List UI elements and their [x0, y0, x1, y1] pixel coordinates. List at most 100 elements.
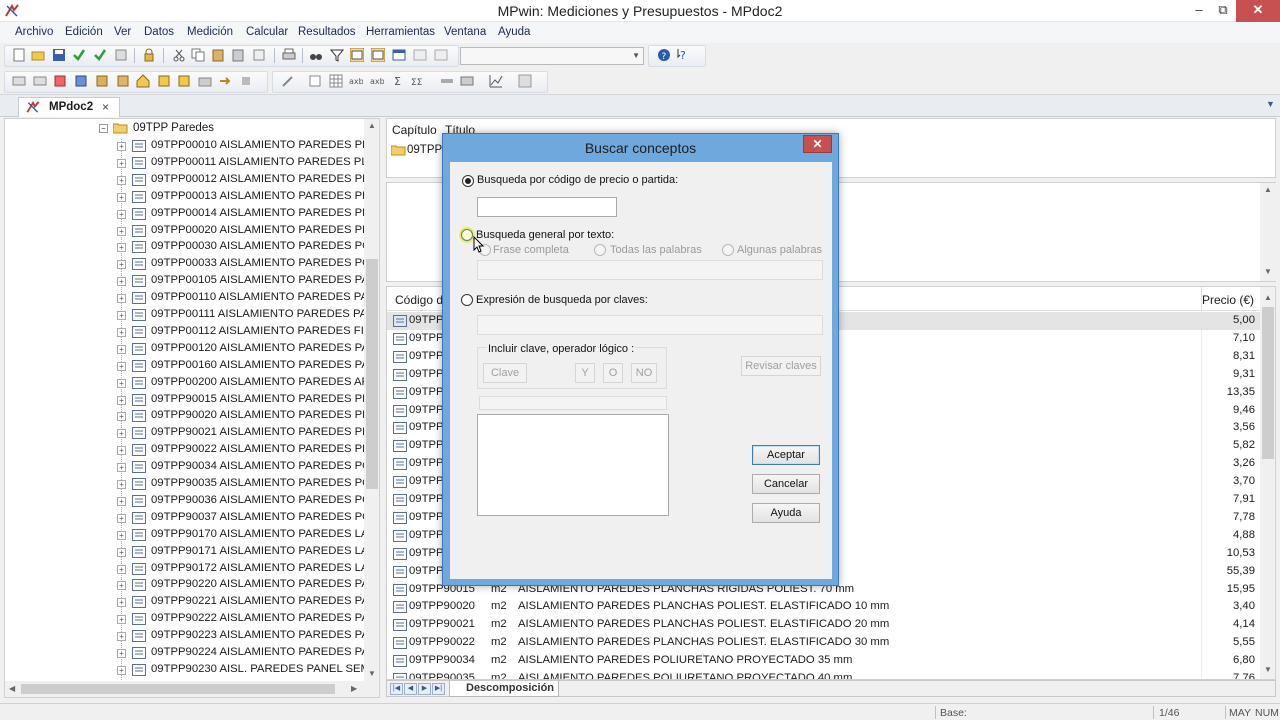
operator-o-button[interactable]: O [603, 363, 623, 383]
menu-ver[interactable]: Ver [114, 26, 131, 38]
filter-icon[interactable] [330, 48, 344, 62]
measure-icon[interactable] [460, 74, 474, 88]
tree-item[interactable]: +09TPP00160 AISLAMIENTO PAREDES PANE [117, 358, 379, 375]
chapter-code[interactable]: 09TPP [407, 144, 442, 156]
tree-item[interactable]: +09TPP90224 AISLAMIENTO PAREDES PANE [117, 645, 379, 662]
claves-expression-input[interactable] [477, 315, 823, 335]
menu-edicion[interactable]: Edición [65, 26, 103, 38]
tree-item[interactable]: +09TPP90172 AISLAMIENTO PAREDES LANA [117, 561, 379, 578]
text-panel-scrollbar[interactable]: ▲ ▼ [1260, 183, 1276, 281]
revisar-claves-button[interactable]: Revisar claves [741, 356, 821, 376]
label-algunas-palabras[interactable]: Algunas palabras [737, 244, 822, 256]
menu-datos[interactable]: Datos [144, 26, 174, 38]
stop-icon[interactable] [239, 74, 253, 88]
expand-icon[interactable]: + [117, 209, 126, 219]
window-layout-icon[interactable] [392, 48, 406, 62]
scroll-up-icon[interactable]: ▲ [368, 121, 376, 130]
operator-no-button[interactable]: NO [631, 363, 657, 383]
table-row[interactable]: 09TPP90034 m2 AISLAMIENTO PAREDES POLIURET… [387, 652, 1261, 670]
radio-busqueda-texto[interactable] [461, 229, 473, 241]
column-header-capitulo[interactable]: Capítulo [392, 123, 437, 137]
sheet-first-button[interactable]: |◀ [390, 683, 403, 695]
expand-icon[interactable]: + [117, 327, 126, 337]
tree-item[interactable]: +09TPP90222 AISLAMIENTO PAREDES PANE [117, 611, 379, 628]
arrow-right-icon[interactable] [218, 74, 232, 88]
tree-item[interactable]: +09TPP90037 AISLAMIENTO PAREDES POLIL [117, 510, 379, 527]
tree-item[interactable]: +09TPP00111 AISLAMIENTO PAREDES PANE [117, 307, 379, 324]
toolbar-combobox[interactable]: ▼ [460, 47, 644, 65]
expand-icon[interactable]: + [117, 615, 126, 625]
operator-y-button[interactable]: Y [575, 363, 595, 383]
expand-icon[interactable]: + [117, 649, 126, 658]
tab-close-icon[interactable]: × [102, 100, 109, 114]
expand-icon[interactable]: + [117, 311, 126, 320]
scroll-thumb[interactable] [366, 259, 378, 489]
formula-axb-strike-icon[interactable]: axb [370, 74, 384, 88]
expand-icon[interactable]: + [117, 192, 126, 202]
binoculars-icon[interactable] [309, 48, 323, 62]
column-icon[interactable] [308, 74, 322, 88]
expand-icon[interactable]: + [117, 547, 126, 557]
expand-icon[interactable]: + [117, 496, 126, 506]
menu-medicion[interactable]: Medición [187, 26, 233, 38]
tree-item[interactable]: +09TPP90036 AISLAMIENTO PAREDES POLIL [117, 493, 379, 510]
view-grid-icon[interactable] [350, 48, 364, 62]
chart-icon[interactable] [489, 74, 503, 88]
dialog-close-button[interactable]: ✕ [803, 135, 832, 153]
scroll-right-icon[interactable]: ▶ [351, 684, 357, 693]
expand-icon[interactable]: + [117, 598, 126, 608]
tree-vertical-scrollbar[interactable]: ▲ ▼ [364, 119, 379, 681]
expand-icon[interactable]: + [117, 564, 126, 574]
scroll-up-icon[interactable]: ▲ [1264, 185, 1272, 194]
expand-icon[interactable]: + [117, 412, 126, 422]
new-document-icon[interactable] [12, 48, 26, 62]
table-icon[interactable] [329, 74, 343, 88]
table-row[interactable]: 09TPP90035 m2 AISLAMIENTO PAREDES POLIURET… [387, 670, 1261, 679]
expand-icon[interactable]: + [117, 429, 126, 439]
scroll-down-icon[interactable]: ▼ [368, 669, 376, 678]
table-row[interactable]: 09TPP90020 m2 AISLAMIENTO PAREDES PLANCHAS… [387, 598, 1261, 616]
tree-horizontal-scrollbar[interactable]: ◀ ▶ [5, 681, 379, 697]
menu-archivo[interactable]: Archivo [15, 26, 53, 38]
view-split-icon[interactable] [371, 48, 385, 62]
expand-icon[interactable]: + [117, 142, 126, 151]
copy-icon[interactable] [191, 48, 205, 62]
properties-icon[interactable] [114, 48, 128, 62]
table-row[interactable]: 09TPP90022 m2 AISLAMIENTO PAREDES PLANCHAS… [387, 634, 1261, 652]
tree-item[interactable]: +09TPP00120 AISLAMIENTO PAREDES PANE [117, 341, 379, 358]
tree-item[interactable]: +09TPP00200 AISLAMIENTO PAREDES ARIDC [117, 375, 379, 392]
tree-item[interactable]: +09TPP90015 AISLAMIENTO PAREDES PLAN [117, 392, 379, 409]
tree-item[interactable]: +09TPP00020 AISLAMIENTO PAREDES PLAN [117, 223, 379, 240]
radio-todas-palabras[interactable] [594, 244, 606, 256]
texto-input[interactable] [477, 260, 823, 280]
expand-icon[interactable]: + [117, 361, 126, 371]
formula-axb-icon[interactable]: axb [349, 74, 363, 88]
folder-icon[interactable] [198, 74, 212, 88]
expand-icon[interactable]: + [117, 395, 126, 405]
tree-item[interactable]: +09TPP90021 AISLAMIENTO PAREDES PLAN [117, 425, 379, 442]
structure-icon[interactable] [74, 74, 88, 88]
tree-item[interactable]: +09TPP90230 AISL. PAREDES PANEL SEMIRR [117, 662, 379, 679]
database-icon[interactable] [95, 74, 109, 88]
tree-item[interactable]: +09TPP90035 AISLAMIENTO PAREDES POLIL [117, 476, 379, 493]
sheet-last-button[interactable]: ▶| [432, 683, 445, 695]
expand-icon[interactable]: + [117, 665, 126, 675]
tree-item[interactable]: +09TPP90020 AISLAMIENTO PAREDES PLAN [117, 408, 379, 425]
expand-icon[interactable]: + [117, 530, 126, 540]
radio-busqueda-codigo[interactable] [462, 175, 474, 187]
tree-item[interactable]: +09TPP00012 AISLAMIENTO PAREDES PLAN [117, 172, 379, 189]
tile-horizontal-icon[interactable] [413, 48, 427, 62]
grid-layout-icon[interactable] [518, 74, 532, 88]
expand-icon[interactable]: + [117, 277, 126, 287]
scroll-thumb[interactable] [1262, 307, 1274, 459]
menu-resultados[interactable]: Resultados [298, 26, 356, 38]
tree-item[interactable]: +09TPP00010 AISLAMIENTO PAREDES PLAN [117, 138, 379, 155]
tree-item[interactable]: +09TPP90220 AISLAMIENTO PAREDES PANE [117, 577, 379, 594]
tree-item[interactable]: +09TPP00033 AISLAMIENTO PAREDES POLIL [117, 256, 379, 273]
tree-item[interactable]: +09TPP00112 AISLAMIENTO PAREDES FIELTI [117, 324, 379, 341]
maximize-button[interactable]: ⧉ [1208, 0, 1238, 22]
tab-mpdoc2[interactable]: MPdoc2 × [18, 97, 120, 117]
expand-icon[interactable]: + [117, 446, 126, 456]
context-help-icon[interactable]: ? [677, 48, 691, 62]
box-icon[interactable] [116, 74, 130, 88]
